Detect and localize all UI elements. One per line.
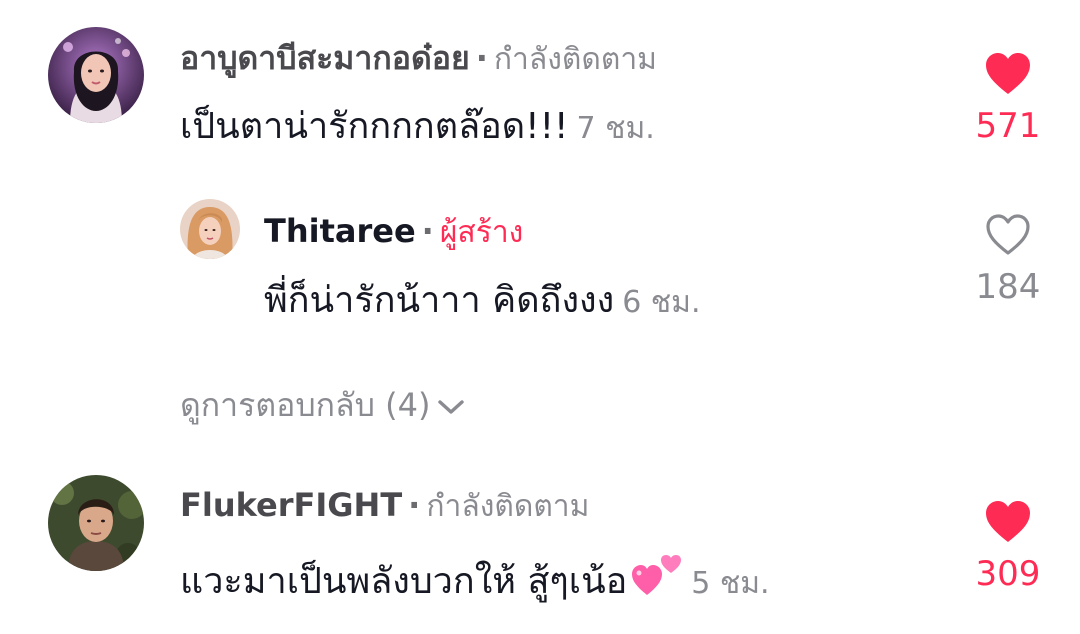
- like-count: 184: [975, 267, 1041, 307]
- comment-text: พี่ก็น่ารักน้าาา คิดถึงงง: [264, 280, 615, 321]
- like-button[interactable]: 309: [948, 500, 1068, 596]
- username[interactable]: อาบูดาบีสะมากอด๋อย: [180, 39, 470, 77]
- separator-dot: ·: [408, 486, 421, 524]
- heart-filled-icon: [986, 501, 1030, 542]
- comment-text: แวะมาเป็นพลังบวกให้ สู้ๆเน้อ: [180, 561, 628, 602]
- like-button[interactable]: 184: [948, 213, 1068, 309]
- following-badge: กำลังติดตาม: [493, 42, 657, 77]
- avatar[interactable]: [48, 27, 144, 123]
- creator-badge: ผู้สร้าง: [439, 215, 524, 250]
- comment-text: เป็นตาน่ารักกกกตล๊อด!!!: [180, 106, 569, 147]
- comment-time: 5 ชม.: [691, 566, 770, 601]
- username[interactable]: FlukerFIGHT: [180, 486, 402, 524]
- separator-dot: ·: [475, 39, 488, 77]
- username[interactable]: Thitaree: [264, 212, 416, 250]
- view-replies-button[interactable]: ดูการตอบกลับ (4): [180, 384, 466, 426]
- heart-outline-icon: [986, 214, 1030, 255]
- comments-panel: อาบูดาบีสะมากอด๋อย · กำลังติดตาม เป็นตาน่า…: [0, 0, 1080, 634]
- comment-time: 7 ชม.: [576, 111, 655, 146]
- like-button[interactable]: 571: [948, 52, 1068, 148]
- following-badge: กำลังติดตาม: [426, 489, 590, 524]
- separator-dot: ·: [421, 212, 434, 250]
- avatar[interactable]: [180, 199, 240, 259]
- like-count: 309: [975, 554, 1041, 594]
- two-hearts-emoji: [632, 555, 682, 595]
- avatar[interactable]: [48, 475, 144, 571]
- chevron-down-icon: [438, 400, 465, 414]
- heart-filled-icon: [986, 53, 1030, 94]
- comment-time: 6 ชม.: [622, 285, 701, 320]
- view-replies-label: ดูการตอบกลับ (4): [180, 386, 431, 424]
- like-count: 571: [975, 106, 1041, 146]
